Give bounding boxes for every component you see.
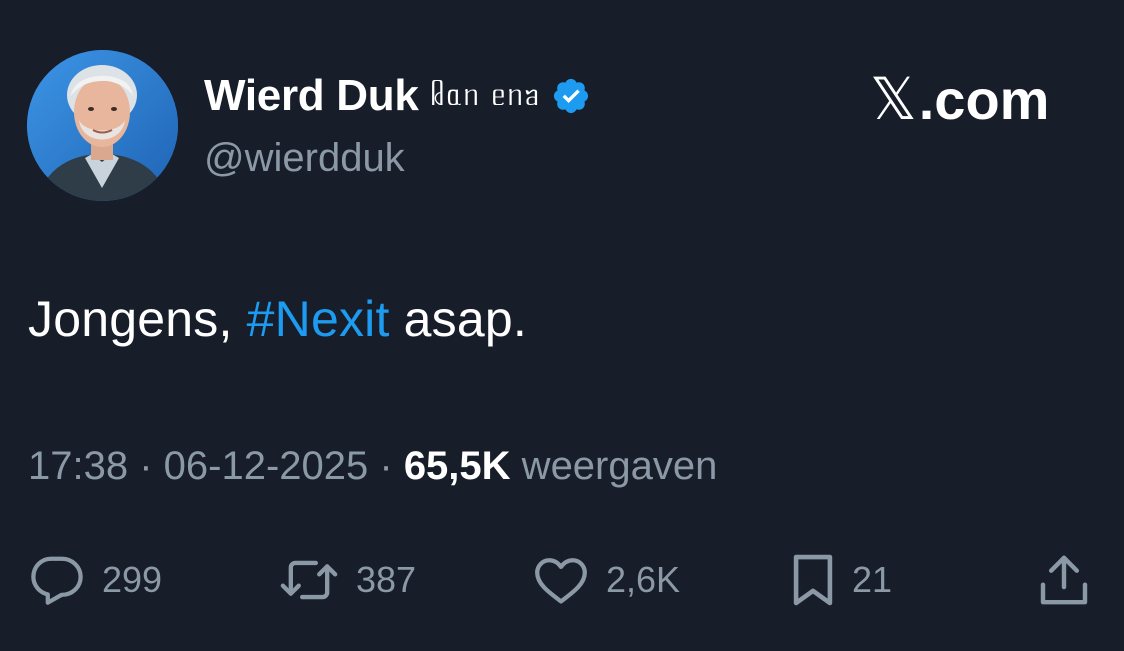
hashtag-link[interactable]: #Nexit	[247, 291, 390, 347]
share-icon	[1040, 555, 1088, 605]
tweet-time[interactable]: 17:38	[28, 444, 128, 488]
repost-count: 387	[356, 559, 417, 600]
views-count: 65,5K	[403, 444, 511, 488]
like-button[interactable]: 2,6K	[532, 548, 680, 612]
bookmark-button[interactable]: 21	[790, 548, 892, 612]
views-label: weergaven	[510, 444, 718, 488]
heart-icon	[535, 558, 587, 604]
repost-icon	[280, 560, 338, 600]
avatar[interactable]	[27, 50, 178, 201]
reply-icon	[31, 556, 83, 605]
reply-button[interactable]: 299	[28, 548, 162, 612]
bookmark-icon	[793, 554, 833, 606]
site-logo: 𝕏 .com	[870, 64, 1049, 134]
tweet-text-before: Jongens,	[28, 291, 247, 347]
share-button[interactable]	[1038, 548, 1090, 612]
profile-photo	[27, 50, 178, 201]
tweet-text: Jongens, #Nexit asap.	[28, 290, 527, 348]
meta-separator: ·	[128, 444, 164, 488]
author-name-row[interactable]: Wierd Duk ᥤᥲᥒ ᥱᥒᥑ	[204, 66, 593, 126]
like-count: 2,6K	[606, 559, 681, 600]
action-bar: 299 387 2,6K 21	[0, 548, 1124, 612]
display-name[interactable]: Wierd Duk	[204, 71, 419, 121]
site-suffix: .com	[918, 67, 1050, 131]
tweet-date[interactable]: 06-12-2025	[164, 444, 369, 488]
meta-separator: ·	[368, 444, 404, 488]
author-handle[interactable]: @wierdduk	[204, 136, 405, 181]
tweet-meta: 17:38 · 06-12-2025 · 65,5K weergaven	[28, 444, 717, 489]
tweet-text-after: asap.	[389, 291, 527, 347]
bookmark-count: 21	[852, 559, 893, 600]
reply-count: 299	[102, 559, 163, 600]
display-name-suffix: ᥤᥲᥒ ᥱᥒᥑ	[430, 79, 542, 112]
x-logo-icon: 𝕏	[870, 65, 917, 133]
repost-button[interactable]: 387	[278, 548, 416, 612]
verified-badge-icon[interactable]	[551, 75, 593, 117]
